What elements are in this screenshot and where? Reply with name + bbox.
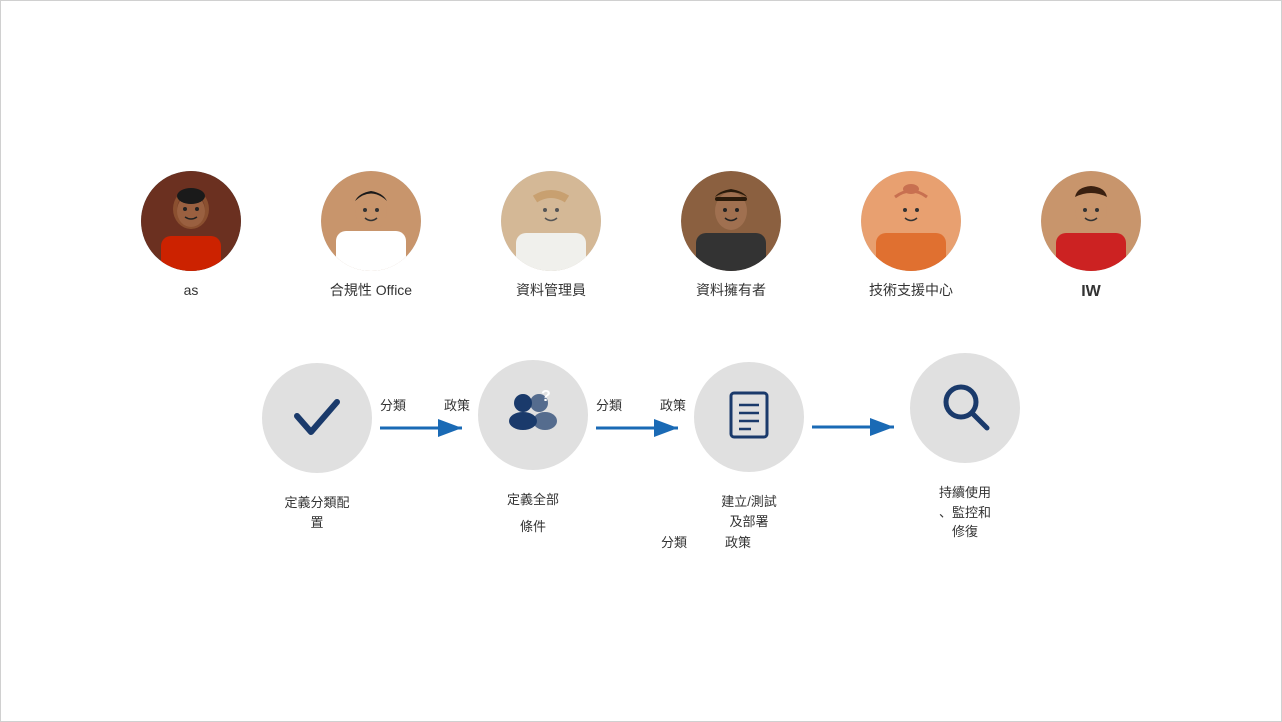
persona-data-owner-label: 資料擁有者	[696, 281, 766, 301]
arrow-1-top-right: 政策	[444, 395, 470, 414]
step-1-main-label: 定義分類配置	[284, 493, 349, 532]
sub-labels-row: 分類 政策	[1, 532, 1281, 551]
step-2-labels: 定義全部 條件	[507, 490, 559, 535]
avatar-tech-support	[861, 171, 961, 271]
arrow-2-top-labels: 分類 政策	[596, 395, 686, 414]
arrow-3-container	[804, 396, 910, 439]
avatar-data-manager	[501, 171, 601, 271]
personas-row: as 合規性 Office	[141, 171, 1141, 303]
persona-as: as	[141, 171, 241, 301]
arrow-2-svg	[596, 416, 686, 440]
arrow-1-sub-right: 政策	[725, 532, 751, 551]
arrow-1-svg	[380, 416, 470, 440]
step-3-labels: 建立/測試及部署	[721, 492, 777, 533]
arrow-1-container: 分類 政策	[372, 395, 478, 440]
arrow-2-container: 分類 政策	[588, 395, 694, 440]
arrow-1-top-left: 分類	[380, 395, 406, 414]
avatar-as	[141, 171, 241, 271]
step-1-circle	[262, 363, 372, 473]
process-row: 定義分類配置 分類 政策	[262, 353, 1020, 542]
avatar-iw	[1041, 171, 1141, 271]
persona-data-manager: 資料管理員	[501, 171, 601, 301]
persona-compliance-label: 合規性 Office	[330, 281, 412, 301]
step-2-circle: ?	[478, 360, 588, 470]
checklist-icon	[719, 385, 779, 450]
step-4-section: 持續使用、監控和修復	[910, 353, 1020, 542]
step-1-labels: 定義分類配置	[284, 493, 349, 532]
svg-text:?: ?	[541, 388, 551, 405]
checkmark-icon	[287, 386, 347, 451]
step-3-circle	[694, 362, 804, 472]
persona-compliance: 合規性 Office	[321, 171, 421, 301]
avatar-compliance	[321, 171, 421, 271]
step-3-main-label: 建立/測試及部署	[721, 492, 777, 531]
arrow-2-top-left: 分類	[596, 395, 622, 414]
avatar-data-owner	[681, 171, 781, 271]
step-2-section: ? 定義全部 條件	[478, 360, 588, 535]
persona-tech-support: 技術支援中心	[861, 171, 961, 301]
persona-iw: IW	[1041, 171, 1141, 303]
persona-data-owner: 資料擁有者	[681, 171, 781, 301]
step-2-main-label: 定義全部	[507, 490, 559, 510]
arrow-1-top-labels: 分類 政策	[380, 395, 470, 414]
slide-container: as 合規性 Office	[0, 0, 1282, 722]
persona-data-manager-label: 資料管理員	[516, 281, 586, 301]
people-question-icon: ?	[503, 383, 563, 448]
arrow-1-sub-labels: 分類 政策	[661, 532, 751, 551]
arrow-2-top-right: 政策	[660, 395, 686, 414]
persona-as-label: as	[184, 281, 199, 301]
step-4-circle	[910, 353, 1020, 463]
step-1-section: 定義分類配置	[262, 363, 372, 532]
arrow-1-sub-left: 分類	[661, 532, 687, 551]
search-icon	[935, 376, 995, 441]
persona-tech-support-label: 技術支援中心	[869, 281, 953, 301]
persona-iw-label: IW	[1081, 281, 1101, 303]
arrow-3-svg	[812, 415, 902, 439]
step-3-section: 建立/測試及部署	[694, 362, 804, 533]
